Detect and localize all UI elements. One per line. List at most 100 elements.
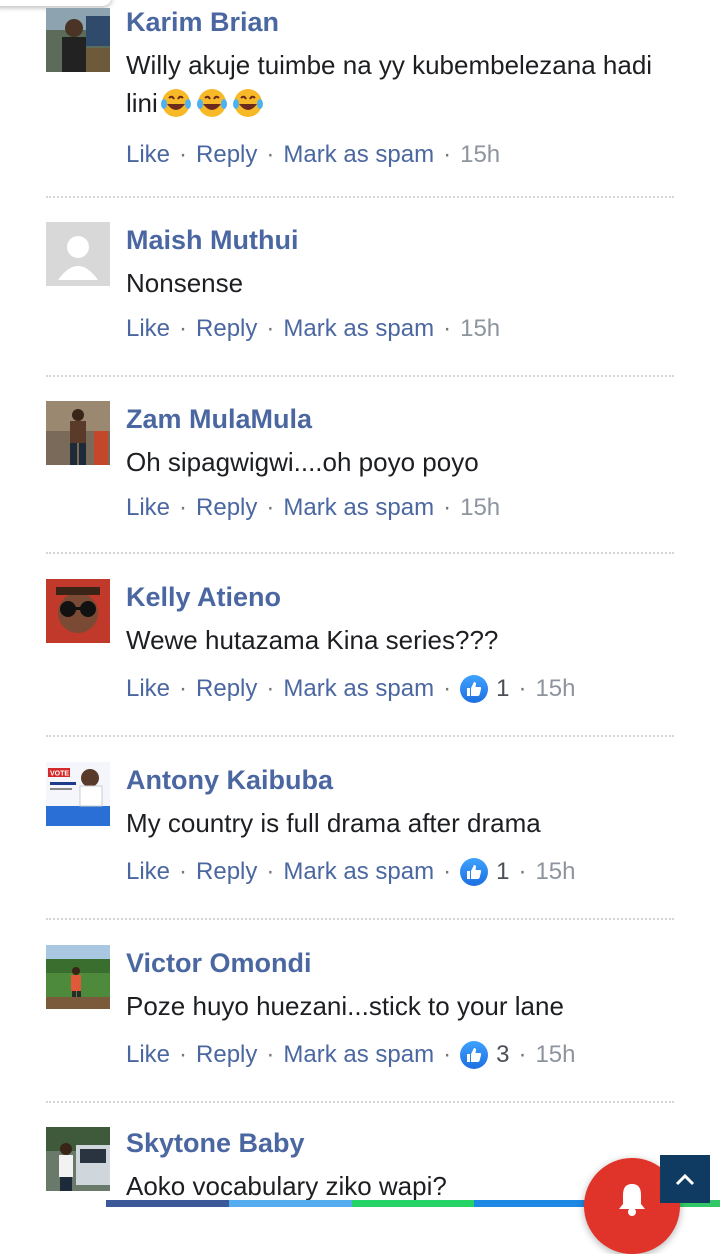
- separator: ·: [518, 858, 527, 885]
- avatar[interactable]: [46, 8, 110, 72]
- like-link[interactable]: Like: [126, 855, 170, 889]
- comment-author[interactable]: Victor Omondi: [126, 947, 674, 979]
- comment-time[interactable]: 15h: [535, 855, 575, 889]
- facebook-share-button[interactable]: [106, 1200, 229, 1207]
- comment-text: Willy akuje tuimbe na yy kubembelezana h…: [126, 46, 674, 128]
- mark-spam-link[interactable]: Mark as spam: [283, 1038, 434, 1072]
- svg-text:VOTE: VOTE: [50, 771, 69, 778]
- separator: ·: [179, 494, 188, 521]
- avatar[interactable]: VOTE: [46, 762, 110, 826]
- like-link[interactable]: Like: [126, 491, 170, 525]
- comment-actions: Like · Reply · Mark as spam · 1 · 15h: [126, 855, 674, 889]
- like-link[interactable]: Like: [126, 672, 170, 706]
- separator: ·: [443, 315, 452, 342]
- bell-icon: [619, 1184, 645, 1216]
- separator: ·: [443, 141, 452, 168]
- comment-actions: Like · Reply · Mark as spam · 15h: [126, 138, 674, 172]
- separator: ·: [443, 858, 452, 885]
- separator: ·: [443, 494, 452, 521]
- reply-link[interactable]: Reply: [196, 312, 257, 346]
- comment-actions: Like · Reply · Mark as spam · 1 · 15h: [126, 672, 674, 706]
- comment-time[interactable]: 15h: [535, 1038, 575, 1072]
- separator: ·: [179, 315, 188, 342]
- comment-author[interactable]: Karim Brian: [126, 6, 674, 38]
- separator: ·: [266, 1041, 275, 1068]
- reply-link[interactable]: Reply: [196, 138, 257, 172]
- top-tab-edge: [0, 0, 112, 6]
- comment-divider: [46, 552, 674, 554]
- twitter-share-button[interactable]: [228, 1200, 352, 1207]
- comment-divider: [46, 196, 674, 198]
- avatar[interactable]: [46, 579, 110, 643]
- messenger-share-button[interactable]: [474, 1200, 598, 1207]
- separator: ·: [179, 1041, 188, 1068]
- comment-author[interactable]: Maish Muthui: [126, 224, 674, 256]
- avatar-vote-poster: VOTE: [46, 762, 110, 826]
- comment-time[interactable]: 15h: [460, 491, 500, 525]
- comment-text: Poze huyo huezani...stick to your lane: [126, 991, 564, 1021]
- avatar-photo-man-outdoor: [46, 8, 110, 72]
- avatar[interactable]: [46, 222, 110, 286]
- like-reaction-icon: [460, 858, 489, 886]
- like-link[interactable]: Like: [126, 312, 170, 346]
- laughing-tears-emoji: [158, 88, 194, 128]
- separator: ·: [266, 141, 275, 168]
- reply-link[interactable]: Reply: [196, 491, 257, 525]
- mark-spam-link[interactable]: Mark as spam: [283, 491, 434, 525]
- separator: ·: [266, 858, 275, 885]
- mark-spam-link[interactable]: Mark as spam: [283, 138, 434, 172]
- mark-spam-link[interactable]: Mark as spam: [283, 855, 434, 889]
- like-reaction-icon: [460, 1041, 489, 1069]
- separator: ·: [443, 675, 452, 702]
- like-count[interactable]: 3: [496, 1038, 509, 1072]
- comment-divider: [46, 1101, 674, 1103]
- comment-author[interactable]: Zam MulaMula: [126, 403, 674, 435]
- separator: ·: [443, 1041, 452, 1068]
- laughing-tears-emoji: [194, 88, 230, 128]
- scroll-top-button[interactable]: [660, 1155, 710, 1203]
- separator: ·: [179, 675, 188, 702]
- avatar-photo-man-field: [46, 945, 110, 1009]
- comment-time[interactable]: 15h: [535, 672, 575, 706]
- separator: ·: [179, 141, 188, 168]
- comment-actions: Like · Reply · Mark as spam · 3 · 15h: [126, 1038, 674, 1072]
- like-count[interactable]: 1: [496, 855, 509, 889]
- separator: ·: [179, 858, 188, 885]
- separator: ·: [518, 1041, 527, 1068]
- comment-divider: [46, 375, 674, 377]
- comment-text: Oh sipagwigwi....oh poyo poyo: [126, 447, 479, 477]
- reply-link[interactable]: Reply: [196, 672, 257, 706]
- reply-link[interactable]: Reply: [196, 1038, 257, 1072]
- avatar[interactable]: [46, 945, 110, 1009]
- separator: ·: [266, 494, 275, 521]
- comment-author[interactable]: Antony Kaibuba: [126, 764, 674, 796]
- comment-actions: Like · Reply · Mark as spam · 15h: [126, 491, 674, 525]
- like-reaction-icon: [460, 675, 489, 703]
- comment-time[interactable]: 15h: [460, 138, 500, 172]
- chevron-up-icon: [675, 1173, 695, 1186]
- like-count[interactable]: 1: [496, 672, 509, 706]
- comment-author[interactable]: Skytone Baby: [126, 1127, 674, 1159]
- whatsapp-share-button[interactable]: [351, 1200, 475, 1207]
- like-link[interactable]: Like: [126, 1038, 170, 1072]
- avatar-photo-sunglasses: [46, 579, 110, 643]
- avatar[interactable]: [46, 401, 110, 465]
- like-link[interactable]: Like: [126, 138, 170, 172]
- comment-divider: [46, 918, 674, 920]
- separator: ·: [266, 675, 275, 702]
- comment-divider: [46, 735, 674, 737]
- default-avatar-icon: [46, 222, 110, 286]
- separator: ·: [266, 315, 275, 342]
- separator: ·: [518, 675, 527, 702]
- avatar-photo-man-standing: [46, 401, 110, 465]
- reply-link[interactable]: Reply: [196, 855, 257, 889]
- comment-time[interactable]: 15h: [460, 312, 500, 346]
- mark-spam-link[interactable]: Mark as spam: [283, 672, 434, 706]
- laughing-tears-emoji: [230, 88, 266, 128]
- comment-author[interactable]: Kelly Atieno: [126, 581, 674, 613]
- comment-actions: Like · Reply · Mark as spam · 15h: [126, 312, 674, 346]
- avatar[interactable]: [46, 1127, 110, 1191]
- mark-spam-link[interactable]: Mark as spam: [283, 312, 434, 346]
- avatar-photo-man-car: [46, 1127, 110, 1191]
- comment-text: My country is full drama after drama: [126, 808, 541, 838]
